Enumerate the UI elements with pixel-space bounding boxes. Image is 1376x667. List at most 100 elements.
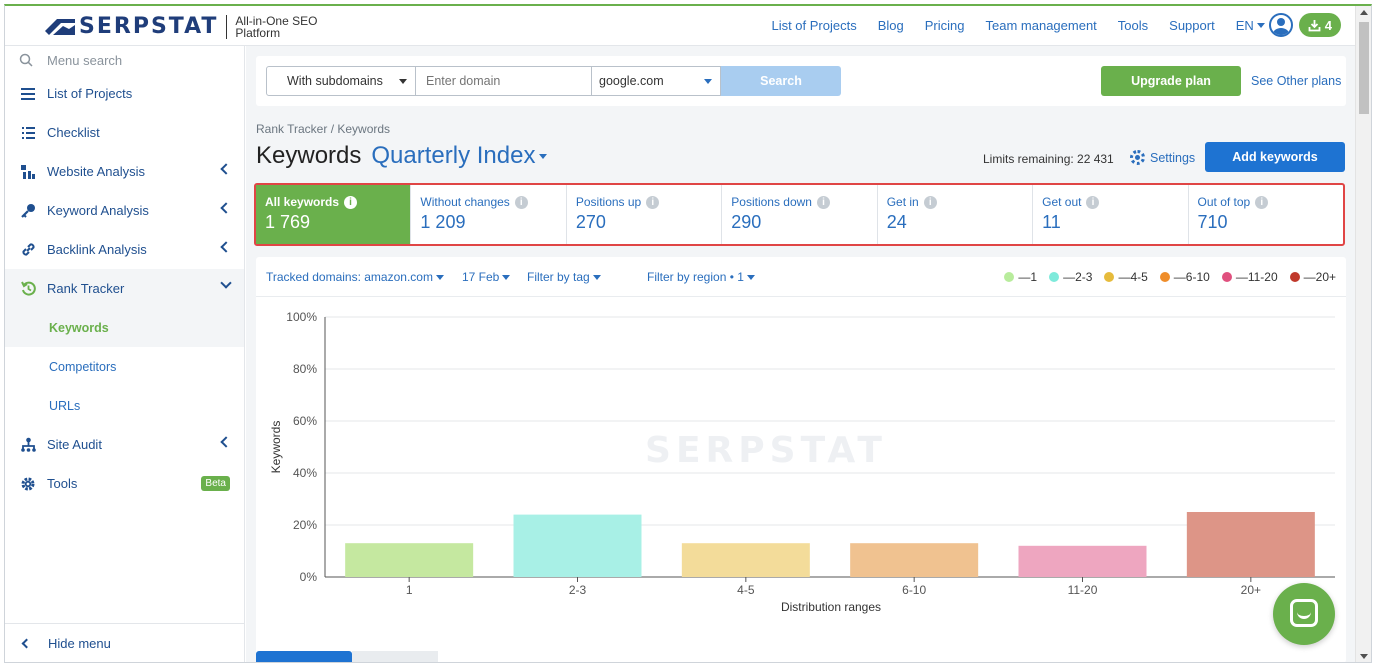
sidebar-item-backlink-analysis[interactable]: Backlink Analysis <box>5 230 244 269</box>
key-icon <box>19 202 37 220</box>
chart-legend: —1 —2-3 —4-5 —6-10 —11-20 —20+ <box>992 270 1336 284</box>
sidebar-item-label: List of Projects <box>47 86 133 101</box>
stat-value: 1 769 <box>265 212 311 232</box>
nav-list-of-projects[interactable]: List of Projects <box>771 18 856 33</box>
tracked-domains-filter[interactable]: Tracked domains: amazon.com <box>266 270 444 284</box>
language-label: EN <box>1235 17 1254 33</box>
menu-search[interactable]: Menu search <box>5 46 244 74</box>
chat-support-button[interactable] <box>1273 583 1335 645</box>
y-tick-label: 40% <box>293 466 317 480</box>
subdomain-scope-select[interactable]: With subdomains <box>266 66 416 96</box>
domain-input[interactable] <box>415 66 592 96</box>
bar-1 <box>345 543 474 577</box>
caret-down-icon <box>1256 22 1265 28</box>
date-filter[interactable]: 17 Feb <box>462 270 511 284</box>
sidebar-item-list-of-projects[interactable]: List of Projects <box>5 74 244 113</box>
info-icon[interactable]: i <box>344 195 358 209</box>
sidebar-item-label: Site Audit <box>47 437 102 452</box>
downloads-button[interactable]: 4 <box>1298 13 1341 37</box>
sidebar-subitem-keywords[interactable]: Keywords <box>5 308 244 347</box>
chart-filters: Tracked domains: amazon.com 17 Feb Filte… <box>256 257 1346 297</box>
settings-button[interactable]: Settings <box>1130 150 1195 165</box>
hide-menu-button[interactable]: Hide menu <box>5 623 245 662</box>
top-navigation: List of Projects Blog Pricing Team manag… <box>771 6 1341 44</box>
stat-positions-down[interactable]: Positions down i 290 <box>722 185 878 244</box>
stat-out-of-top[interactable]: Out of top i 710 <box>1189 185 1343 244</box>
info-icon[interactable]: i <box>646 195 660 209</box>
project-name: Quarterly Index <box>371 142 536 169</box>
legend-item[interactable]: —11-20 <box>1221 270 1278 284</box>
stat-get-out[interactable]: Get out i 11 <box>1033 185 1189 244</box>
stat-value: 11 <box>1042 212 1061 232</box>
sidebar-subitem-competitors[interactable]: Competitors <box>5 347 244 386</box>
beta-badge: Beta <box>201 476 230 491</box>
rank-tracker-icon <box>19 280 37 298</box>
limits-remaining: Limits remaining: 22 431 <box>983 152 1114 166</box>
stat-get-in[interactable]: Get in i 24 <box>878 185 1034 244</box>
sidebar-item-checklist[interactable]: Checklist <box>5 113 244 152</box>
stat-label: Positions down <box>731 195 812 209</box>
sidebar: Menu search List of Projects Checklist W… <box>5 46 245 662</box>
user-avatar-icon[interactable] <box>1268 13 1293 37</box>
top-header: SERPSTAT All-in-One SEO Platform List of… <box>5 6 1355 46</box>
legend-item[interactable]: —2-3 <box>1049 270 1092 284</box>
stat-all-keywords[interactable]: All keywords i 1 769 <box>256 185 412 244</box>
legend-item[interactable]: —4-5 <box>1104 270 1148 284</box>
region-filter[interactable]: Filter by region • 1 <box>647 270 755 284</box>
bottom-tab-active[interactable] <box>256 651 352 662</box>
bottom-tab[interactable] <box>352 651 438 662</box>
nav-pricing[interactable]: Pricing <box>925 18 965 33</box>
logo-mark-icon <box>45 18 75 35</box>
caret-down-icon <box>746 274 755 280</box>
logo-tagline: All-in-One SEO Platform <box>235 13 318 40</box>
browser-frame: SERPSTAT All-in-One SEO Platform List of… <box>4 4 1372 663</box>
stat-label: Get out <box>1042 195 1082 209</box>
scroll-up-icon[interactable] <box>1360 10 1368 15</box>
sidebar-item-keyword-analysis[interactable]: Keyword Analysis <box>5 191 244 230</box>
add-keywords-button[interactable]: Add keywords <box>1205 142 1345 172</box>
bar-11-20 <box>1018 545 1147 577</box>
hide-menu-label: Hide menu <box>48 636 111 651</box>
legend-item[interactable]: —1 <box>1004 270 1037 284</box>
sidebar-item-tools[interactable]: Tools Beta <box>5 464 244 503</box>
search-engine-select[interactable]: google.com <box>591 66 721 96</box>
logo-text: SERPSTAT <box>79 14 219 39</box>
scroll-down-icon[interactable] <box>1360 654 1368 659</box>
language-selector[interactable]: EN <box>1236 18 1265 33</box>
sidebar-subitem-urls[interactable]: URLs <box>5 386 244 425</box>
nav-blog[interactable]: Blog <box>878 18 904 33</box>
info-icon[interactable]: i <box>514 195 528 209</box>
x-tick-label: 1 <box>406 583 413 597</box>
upgrade-plan-button[interactable]: Upgrade plan <box>1101 66 1241 96</box>
project-selector[interactable]: Quarterly Index <box>371 142 548 170</box>
info-icon[interactable]: i <box>1086 195 1100 209</box>
legend-item[interactable]: —6-10 <box>1159 270 1210 284</box>
nav-team-management[interactable]: Team management <box>986 18 1097 33</box>
tag-filter[interactable]: Filter by tag <box>527 270 601 284</box>
page-scrollbar[interactable] <box>1355 6 1371 662</box>
x-tick-label: 11-20 <box>1068 583 1098 597</box>
serpstat-logo[interactable]: SERPSTAT All-in-One SEO Platform <box>45 14 325 39</box>
stat-positions-up[interactable]: Positions up i 270 <box>567 185 723 244</box>
site-audit-icon <box>19 436 37 454</box>
stat-without-changes[interactable]: Without changes i 1 209 <box>411 185 567 244</box>
sidebar-item-website-analysis[interactable]: Website Analysis <box>5 152 244 191</box>
breadcrumb: Rank Tracker / Keywords <box>256 122 391 136</box>
info-icon[interactable]: i <box>816 195 830 209</box>
scrollbar-thumb[interactable] <box>1359 22 1369 114</box>
sidebar-item-site-audit[interactable]: Site Audit <box>5 425 244 464</box>
sidebar-item-rank-tracker[interactable]: Rank Tracker <box>5 269 244 308</box>
search-button[interactable]: Search <box>721 66 841 96</box>
chevron-left-icon <box>220 202 232 214</box>
info-icon[interactable]: i <box>1255 195 1269 209</box>
legend-item[interactable]: —20+ <box>1289 270 1336 284</box>
caret-down-icon <box>435 274 444 280</box>
sidebar-item-label: Website Analysis <box>47 164 146 179</box>
info-icon[interactable]: i <box>923 195 937 209</box>
nav-support[interactable]: Support <box>1169 18 1215 33</box>
sidebar-item-label: Keyword Analysis <box>47 203 149 218</box>
nav-tools[interactable]: Tools <box>1118 18 1148 33</box>
see-other-plans-link[interactable]: See Other plans <box>1251 74 1341 88</box>
legend-label: —1 <box>1018 270 1038 284</box>
sidebar-item-label: Backlink Analysis <box>47 242 147 257</box>
